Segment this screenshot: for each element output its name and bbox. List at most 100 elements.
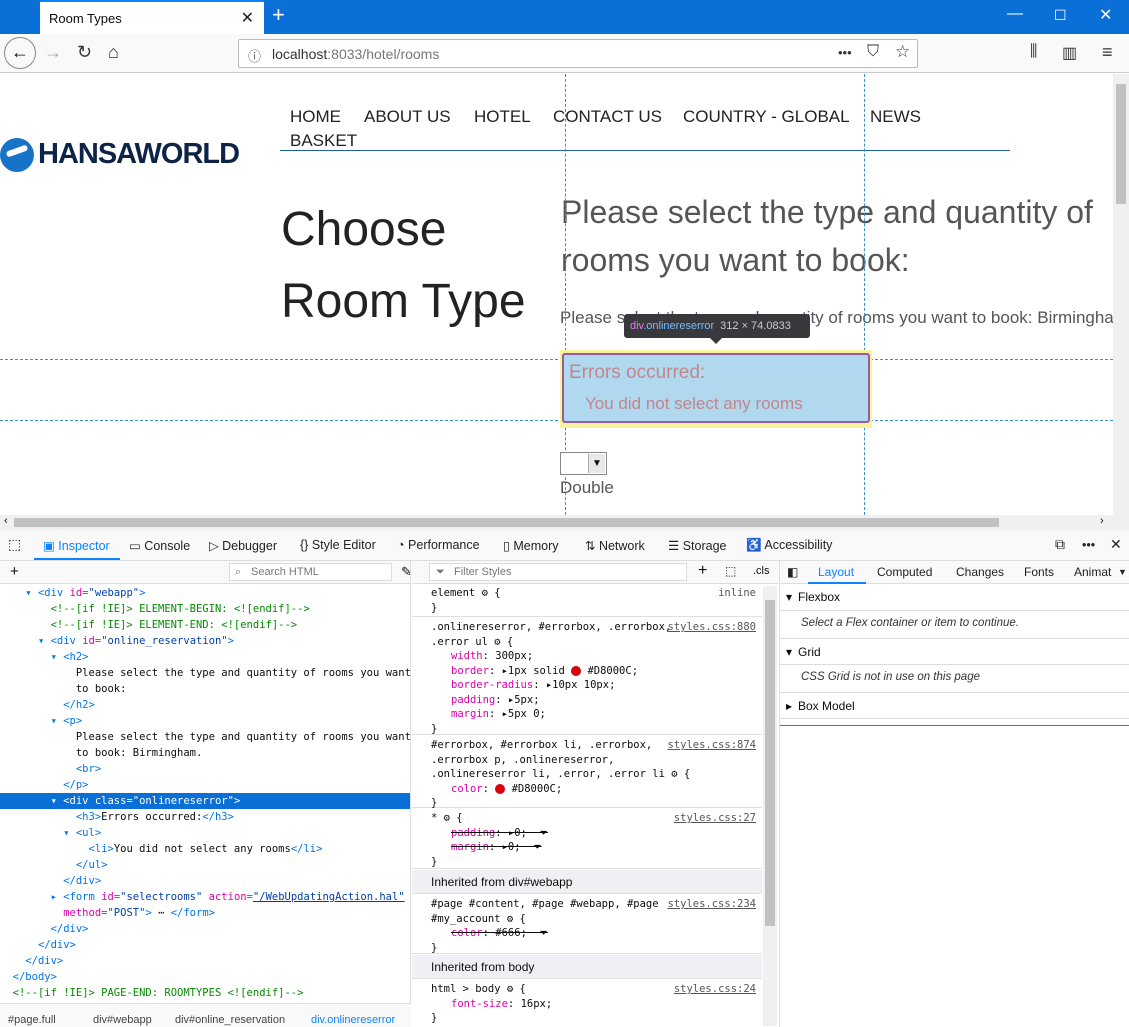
markup-line[interactable]: ▾ <div id="online_reservation"> <box>0 633 410 649</box>
box-model-section[interactable]: ▸ Box Model <box>780 692 1129 719</box>
menu-contact-us[interactable]: CONTACT US <box>553 107 662 127</box>
markup-line[interactable]: Please select the type and quantity of r… <box>0 729 410 745</box>
grid-section[interactable]: ▾ Grid <box>780 638 1129 665</box>
menu-country[interactable]: COUNTRY - GLOBAL <box>683 107 850 127</box>
info-icon[interactable]: ⓘ <box>248 46 261 65</box>
forward-icon[interactable]: → <box>44 42 62 63</box>
color-swatch-icon[interactable] <box>571 665 582 676</box>
markup-line[interactable]: ▸ <form id="selectrooms" action="/WebUpd… <box>0 889 410 905</box>
markup-line[interactable]: <li>You did not select any rooms</li> <box>0 841 410 857</box>
decl-color[interactable]: color: #D8000C; <box>412 782 762 797</box>
tab-layout[interactable]: Layout <box>818 565 854 579</box>
tab-computed[interactable]: Computed <box>877 565 932 579</box>
tab-debugger[interactable]: ▷ Debugger <box>209 538 277 553</box>
markup-line[interactable]: to book: Birmingham. <box>0 745 410 761</box>
menu-icon[interactable]: ≡ <box>1102 42 1113 63</box>
tab-performance[interactable]: ◔ Performance <box>397 538 480 552</box>
markup-line[interactable]: <!--[if !IE]> ELEMENT-BEGIN: <![endif]--… <box>0 601 410 617</box>
tab-style-editor[interactable]: {} Style Editor <box>300 538 376 552</box>
scroll-thumb-h[interactable] <box>14 518 999 527</box>
new-tab-icon[interactable]: + <box>272 2 285 28</box>
markup-line[interactable]: <!--[if !IE]> ELEMENT-END: <![endif]--> <box>0 617 410 633</box>
dock-icon[interactable]: ⧉ <box>1055 536 1065 553</box>
menu-home[interactable]: HOME <box>290 107 341 127</box>
markup-line[interactable]: </ul> <box>0 857 410 873</box>
tab-changes[interactable]: Changes <box>956 565 1004 579</box>
markup-line[interactable]: ▾ <div id="webapp"> <box>0 585 410 601</box>
window-close-icon[interactable]: ✕ <box>1099 5 1112 25</box>
library-icon[interactable]: ⫼ <box>1030 43 1037 61</box>
markup-line[interactable]: ▾ <h2> <box>0 649 410 665</box>
scroll-right-icon[interactable]: › <box>1100 515 1104 527</box>
markup-line[interactable]: to book: <box>0 681 410 697</box>
markup-line[interactable]: </p> <box>0 777 410 793</box>
chevron-down-icon[interactable]: ▼ <box>588 454 605 473</box>
decl-color-overridden[interactable]: color: #666; ⏷ <box>412 926 762 941</box>
markup-line[interactable]: </h2> <box>0 697 410 713</box>
reload-icon[interactable]: ↻ <box>77 42 92 63</box>
menu-basket[interactable]: BASKET <box>290 131 357 151</box>
close-tab-icon[interactable]: ✕ <box>241 8 254 28</box>
more-options-icon[interactable]: ••• <box>1082 538 1095 552</box>
toggle-sidebar-icon[interactable]: ◧ <box>787 565 798 579</box>
decl-font-size[interactable]: font-size: 16px; <box>412 997 762 1012</box>
filter-styles-input[interactable]: ⏷ Filter Styles <box>429 563 687 581</box>
tab-fonts[interactable]: Fonts <box>1024 565 1054 579</box>
eyedropper-icon[interactable]: ✎ <box>401 564 410 580</box>
cls-button[interactable]: .cls <box>753 565 770 577</box>
flexbox-section[interactable]: ▾ Flexbox <box>780 584 1129 611</box>
markup-line[interactable]: method="POST"> ⋯ </form> <box>0 905 410 921</box>
menu-hotel[interactable]: HOTEL <box>474 107 531 127</box>
decl-border-radius[interactable]: border-radius: ▸10px 10px; <box>412 678 762 693</box>
decl-border[interactable]: border: ▸1px solid #D8000C; <box>412 664 762 679</box>
markup-line[interactable]: </div> <box>0 937 410 953</box>
markup-line[interactable]: <br> <box>0 761 410 777</box>
markup-line-selected[interactable]: ▾ <div class="onlinereserror"> <box>0 793 410 809</box>
tab-inspector[interactable]: ▣ Inspector <box>43 538 110 553</box>
markup-line[interactable]: ▾ <ul> <box>0 825 410 841</box>
markup-line[interactable]: </body> <box>0 969 410 985</box>
decl-margin-overridden[interactable]: margin: ▸0; ⏷ <box>412 840 762 855</box>
tab-room-types[interactable]: Room Types ✕ <box>40 0 264 34</box>
chevron-down-icon[interactable]: ▼ <box>1118 567 1127 577</box>
markup-line[interactable]: Please select the type and quantity of r… <box>0 665 410 681</box>
markup-line[interactable]: <!--[if !IE]> PAGE-END: ROOMTYPES <![end… <box>0 985 410 1001</box>
markup-line[interactable]: </div> <box>0 953 410 969</box>
menu-news[interactable]: NEWS <box>870 107 921 127</box>
tab-console[interactable]: ▭ Console <box>129 538 190 553</box>
back-icon[interactable]: ← <box>4 37 36 69</box>
close-devtools-icon[interactable]: ✕ <box>1110 536 1122 553</box>
page-vertical-scrollbar[interactable] <box>1113 74 1129 515</box>
decl-padding[interactable]: padding: ▸5px; <box>412 693 762 708</box>
markup-line[interactable]: </div> <box>0 921 410 937</box>
room-quantity-select[interactable]: ▼ <box>560 452 607 475</box>
markup-line[interactable]: <h3>Errors occurred:</h3> <box>0 809 410 825</box>
color-swatch-icon[interactable] <box>495 783 506 794</box>
pocket-icon[interactable]: ⛉ <box>867 43 879 61</box>
pseudo-class-icon[interactable]: ⬚ <box>725 564 736 578</box>
decl-margin[interactable]: margin: ▸5px 0; <box>412 707 762 722</box>
tab-storage[interactable]: ☰ Storage <box>668 538 726 553</box>
scroll-left-icon[interactable]: ‹ <box>4 515 8 527</box>
minimize-icon[interactable]: — <box>1007 5 1023 23</box>
markup-line[interactable]: </div> <box>0 873 410 889</box>
rules-scrollbar[interactable] <box>763 586 777 1026</box>
home-icon[interactable]: ⌂ <box>108 42 119 63</box>
add-rule-icon[interactable]: + <box>698 562 707 580</box>
tab-network[interactable]: ⇅ Network <box>585 538 645 553</box>
menu-about-us[interactable]: ABOUT US <box>364 107 451 127</box>
rules-scroll-thumb[interactable] <box>765 600 775 926</box>
bookmark-star-icon[interactable]: ☆ <box>895 42 910 62</box>
search-html-input[interactable]: ⌕ Search HTML <box>229 563 392 581</box>
hansaworld-logo[interactable]: HANSAWORLD <box>0 138 240 173</box>
add-node-icon[interactable]: + <box>10 563 19 580</box>
scroll-thumb[interactable] <box>1116 84 1126 204</box>
tab-accessibility[interactable]: ♿ Accessibility <box>746 538 832 553</box>
decl-width[interactable]: width: 300px; <box>412 649 762 664</box>
decl-padding-overridden[interactable]: padding: ▸0; ⏷ <box>412 826 762 841</box>
sidebar-icon[interactable]: ▥ <box>1062 43 1077 63</box>
markup-line[interactable]: ▾ <p> <box>0 713 410 729</box>
element-picker-icon[interactable]: ⬚ <box>8 536 21 553</box>
tab-memory[interactable]: ▯ Memory <box>503 538 559 553</box>
url-bar[interactable]: ⓘ localhost:8033/hotel/rooms ••• ⛉ ☆ <box>238 39 918 68</box>
